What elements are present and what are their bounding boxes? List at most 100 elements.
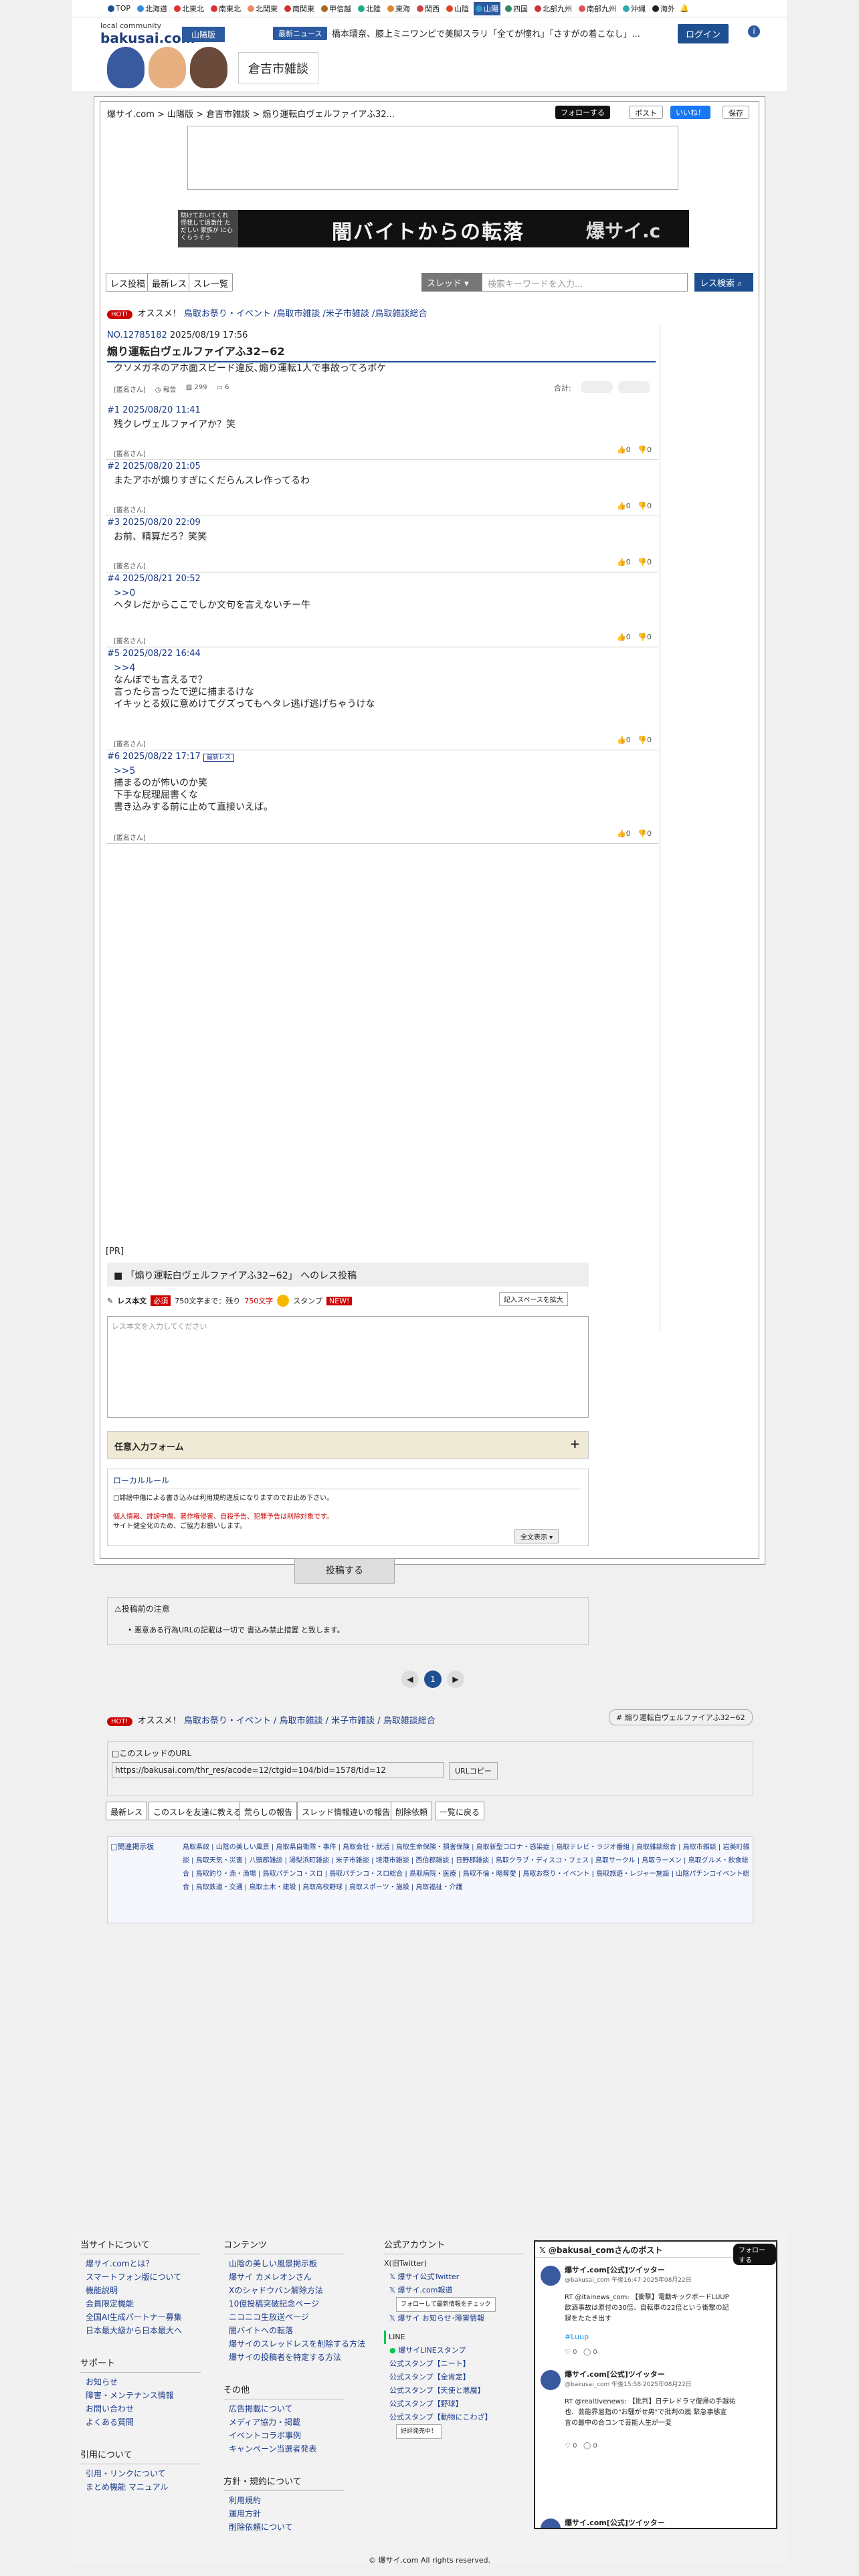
footer-link[interactable]: 闇バイトへの転落 (223, 2324, 365, 2337)
footer-link[interactable]: お知らせ (80, 2375, 201, 2389)
stamp-sale-button[interactable]: 好評発売中！ (396, 2424, 442, 2439)
footer-link[interactable]: スマートフォン版について (80, 2270, 201, 2284)
nav-item-14[interactable]: 南部九州 (577, 2, 618, 15)
bottom-button-5[interactable]: 一覧に戻る (435, 1802, 485, 1820)
expand-button[interactable]: 記入スペースを拡大 (499, 1292, 568, 1306)
thread-dislike-button[interactable] (618, 381, 650, 393)
footer-link[interactable]: 機能説明 (80, 2284, 201, 2297)
info-icon[interactable]: i (748, 25, 760, 37)
bottom-button-1[interactable]: このスレを友達に教える (149, 1802, 246, 1820)
thumbs-down-icon[interactable]: 👎 (638, 829, 647, 838)
thread-list-button[interactable]: スレ一覧 (189, 273, 233, 292)
heart-icon[interactable]: ♡ (565, 2442, 571, 2450)
fb-like-button[interactable]: いいね！ (670, 106, 710, 119)
footer-link[interactable]: 爆サイ.comとは？ (80, 2257, 201, 2270)
search-scope-select[interactable]: スレッド ▾ (421, 273, 482, 292)
nav-item-0[interactable]: TOP (106, 2, 132, 15)
thread-tag-button[interactable]: # 煽り運転白ヴェルファイアふ32−62 (609, 1709, 753, 1725)
nav-item-2[interactable]: 北東北 (172, 2, 206, 15)
nav-item-1[interactable]: 北海道 (135, 2, 169, 15)
breadcrumb[interactable]: 爆サイ.com > 山陽版 > 倉吉市雑談 > 煽り運転白ヴェルファイアふ32.… (107, 107, 395, 120)
res-post-button[interactable]: レス投稿 (106, 273, 151, 292)
footer-link[interactable]: 削除依頼について (223, 2520, 365, 2534)
bottom-button-4[interactable]: 削除依頼 (391, 1802, 433, 1820)
stamp-link-2[interactable]: 公式スタンプ【全肯定】 (384, 2371, 524, 2384)
post-quote[interactable]: >>5 (114, 765, 135, 777)
nav-item-6[interactable]: 甲信越 (319, 2, 353, 15)
site-logo[interactable]: local community bakusai.com (100, 21, 195, 46)
save-button[interactable]: 保存 (723, 106, 749, 119)
footer-link[interactable]: 引用・リンクについて (80, 2467, 201, 2480)
nav-item-12[interactable]: 四国 (503, 2, 530, 15)
login-button[interactable]: ログイン (678, 24, 729, 43)
footer-link[interactable]: お問い合わせ (80, 2402, 201, 2416)
stamp-icon[interactable] (277, 1295, 290, 1307)
reply-icon[interactable]: ◯ (583, 2442, 591, 2450)
thumbs-down-icon[interactable]: 👎 (638, 633, 647, 641)
footer-link[interactable]: まとめ機能 マニュアル (80, 2480, 201, 2494)
footer-link[interactable]: 爆サイ カメレオンさん (223, 2270, 365, 2284)
current-page[interactable]: 1 (424, 1671, 442, 1688)
footer-link[interactable]: 全国AI生成パートナー募集 (80, 2311, 201, 2324)
x-post-button[interactable]: ポスト (629, 106, 663, 119)
new-res-button[interactable]: 最新レス (147, 273, 192, 292)
follow-check-button[interactable]: フォローして最新情報をチェック (396, 2297, 496, 2312)
footer-link[interactable]: 利用規約 (223, 2494, 365, 2507)
nav-item-5[interactable]: 南関東 (282, 2, 316, 15)
footer-link[interactable]: Xのシャドウバン解除方法 (223, 2284, 365, 2297)
x-official-link[interactable]: 𝕏 爆サイ公式Twitter (384, 2270, 524, 2284)
thumbs-down-icon[interactable]: 👎 (638, 736, 647, 744)
nav-item-4[interactable]: 北関東 (246, 2, 280, 15)
post-quote[interactable]: >>0 (114, 587, 135, 599)
thumbs-down-icon[interactable]: 👎 (638, 502, 647, 510)
region-button[interactable]: 山陽版 (182, 27, 225, 42)
stamp-link-5[interactable]: 公式スタンプ【動物にこわざ】 (384, 2411, 524, 2424)
bottom-button-0[interactable]: 最新レス (106, 1802, 148, 1820)
news-ticker[interactable]: 橋本環奈、膝上ミニワンピで美脚スラリ「全てが憧れ」「さすがの着こなし」... (332, 27, 733, 39)
x-follow-button[interactable]: フォローする (555, 106, 610, 119)
footer-link[interactable]: メディア協力・掲載 (223, 2416, 365, 2429)
thumbs-down-icon[interactable]: 👎 (638, 445, 647, 454)
board-name[interactable]: 倉吉市雑談 (238, 52, 318, 84)
footer-link[interactable]: 日本最大級から日本最大へ (80, 2324, 201, 2337)
footer-link[interactable]: 山陰の美しい風景掲示板 (223, 2257, 365, 2270)
bell-icon[interactable]: 🔔 (680, 4, 689, 13)
related-tags[interactable]: 鳥取県政 | 山陰の美しい風景 | 鳥取県自衛隊・事件 | 鳥取会社・就活 | … (183, 1841, 751, 1895)
nav-item-9[interactable]: 関西 (415, 2, 442, 15)
footer-link[interactable]: 広告掲載について (223, 2402, 365, 2416)
nav-item-10[interactable]: 山陰 (444, 2, 471, 15)
prev-page-icon[interactable]: ◀ (401, 1671, 419, 1688)
url-copy-button[interactable]: URLコピー (449, 1762, 498, 1780)
report-link[interactable]: ◷ 報告 (155, 384, 177, 394)
nav-item-16[interactable]: 海外 (650, 2, 677, 15)
heart-icon[interactable]: ♡ (565, 2349, 571, 2356)
line-stamp-link[interactable]: ● 爆サイLINEスタンプ (384, 2344, 524, 2357)
stamp-link-1[interactable]: 公式スタンプ【ニート】 (384, 2357, 524, 2371)
osusume-links[interactable]: 鳥取お祭り・イベント /鳥取市雑談 /米子市雑談 /鳥取雑談総合 (184, 309, 427, 319)
footer-link[interactable]: キャンペーン当選者発表 (223, 2442, 365, 2456)
stamp-link-4[interactable]: 公式スタンプ【野球】 (384, 2397, 524, 2411)
bottom-button-3[interactable]: スレッド情報違いの報告 (297, 1802, 395, 1820)
thread-like-button[interactable] (581, 381, 613, 393)
bottom-button-2[interactable]: 荒らしの報告 (240, 1802, 298, 1820)
nav-item-3[interactable]: 南東北 (209, 2, 243, 15)
thumbs-up-icon[interactable]: 👍 (617, 829, 626, 838)
nav-item-15[interactable]: 沖縄 (621, 2, 648, 15)
thumbs-up-icon[interactable]: 👍 (617, 558, 626, 566)
nav-item-13[interactable]: 北部九州 (533, 2, 574, 15)
reply-icon[interactable]: ◯ (583, 2349, 591, 2356)
thumbs-up-icon[interactable]: 👍 (617, 502, 626, 510)
res-body-textarea[interactable]: レス本文を入力してください (107, 1316, 589, 1418)
footer-link[interactable]: 障害・メンテナンス情報 (80, 2389, 201, 2402)
footer-link[interactable]: イベントコラボ事例 (223, 2429, 365, 2442)
footer-link[interactable]: 会員限定機能 (80, 2297, 201, 2311)
submit-button[interactable]: 投稿する (294, 1558, 395, 1584)
post-quote[interactable]: >>4 (114, 662, 135, 674)
footer-link[interactable]: ニコニコ生放送ページ (223, 2311, 365, 2324)
search-button[interactable]: レス検索 ⌕ (694, 273, 753, 292)
nav-item-7[interactable]: 北陸 (356, 2, 383, 15)
thumbs-down-icon[interactable]: 👎 (638, 558, 647, 566)
ad-banner[interactable]: 助けておいてくれ 怪我して過激仕 ただしい 家族が に心くらうそう 闇バイトから… (178, 210, 689, 247)
url-field[interactable]: https://bakusai.com/thr_res/acode=12/ctg… (112, 1762, 444, 1778)
footer-link[interactable]: 運用方針 (223, 2507, 365, 2520)
